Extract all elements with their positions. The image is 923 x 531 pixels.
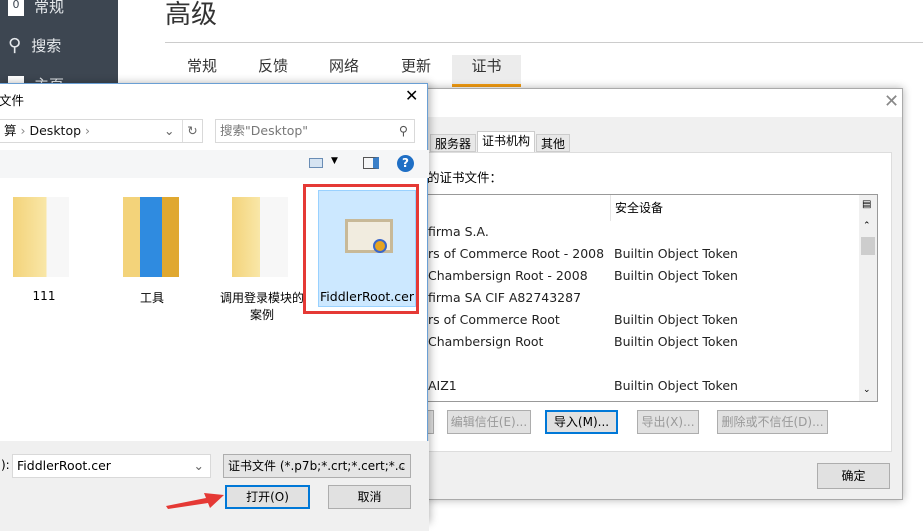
file-type-select[interactable]: 证书文件 (*.p7b;*.crt;*.cert;*.c ⌄ — [223, 454, 411, 478]
search-icon: ⚲ — [398, 123, 408, 138]
divider — [165, 42, 923, 43]
tab-authorities[interactable]: 证书机构 — [477, 131, 536, 152]
cert-name-cell[interactable]: Chambersign Root — [428, 331, 543, 353]
annotation-arrow — [166, 493, 224, 509]
cert-device-cell[interactable]: Builtin Object Token — [614, 309, 738, 331]
folder-icon[interactable] — [13, 197, 69, 277]
help-icon[interactable]: ? — [397, 155, 414, 172]
search-input[interactable]: 搜索"Desktop" ⚲ — [215, 119, 415, 143]
tab-panel: 的证书文件： 安全设备 ▤ ⌃ ⌄ firma S.A. rs of Commer… — [426, 152, 892, 452]
sidebar-item-search[interactable]: ⚲ 搜索 — [8, 35, 61, 56]
title-bar: ✕ — [426, 89, 902, 117]
close-icon[interactable]: ✕ — [884, 91, 899, 112]
tab-servers[interactable]: 服务器 — [430, 134, 477, 152]
certificate-manager-dialog: ✕ 服务器 证书机构 其他 的证书文件： 安全设备 ▤ ⌃ ⌄ firma S.… — [425, 88, 903, 500]
tab-certificates[interactable]: 证书 — [452, 55, 521, 87]
open-button[interactable]: 打开(O) — [225, 485, 310, 509]
general-icon: 0 — [8, 0, 24, 16]
cancel-button[interactable]: 取消 — [328, 485, 411, 509]
refresh-icon[interactable]: ↻ — [182, 120, 202, 142]
filename-label: ): — [1, 458, 10, 472]
close-icon[interactable]: ✕ — [405, 86, 418, 105]
search-icon: ⚲ — [8, 35, 22, 56]
tab-others[interactable]: 其他 — [536, 134, 571, 152]
cert-name-cell[interactable]: rs of Commerce Root - 2008 — [428, 243, 604, 265]
cert-device-cell[interactable]: Builtin Object Token — [614, 331, 738, 353]
chevron-down-icon[interactable]: ⌄ — [164, 120, 174, 142]
highlight-box — [303, 184, 419, 314]
sidebar-item-general[interactable]: 0 常规 — [8, 0, 64, 17]
edit-trust-button[interactable]: 编辑信任(E)... — [447, 410, 531, 434]
filename-input[interactable]: FiddlerRoot.cer ⌄ — [12, 454, 211, 478]
cert-device-cell[interactable]: Builtin Object Token — [614, 265, 738, 287]
dropdown-icon[interactable]: ▼ — [331, 156, 338, 166]
import-button[interactable]: 导入(M)... — [545, 410, 618, 434]
view-icon[interactable] — [309, 158, 323, 168]
panel-label: 的证书文件： — [427, 170, 503, 185]
dialog-title: 文件 — [0, 93, 25, 108]
scrollbar[interactable]: ▤ ⌃ ⌄ — [859, 195, 877, 401]
ok-button[interactable]: 确定 — [817, 463, 890, 489]
cert-name-cell[interactable]: firma SA CIF A82743287 — [428, 287, 581, 309]
column-picker-icon[interactable]: ▤ — [862, 199, 871, 210]
toolbar: ▼ ? — [0, 150, 429, 178]
column-header-security[interactable]: 安全设备 — [610, 195, 663, 221]
folder-icon[interactable] — [123, 197, 179, 277]
preview-pane-icon[interactable] — [363, 157, 379, 169]
page-title: 高级 — [165, 0, 218, 30]
breadcrumb-desktop[interactable]: Desktop — [29, 123, 81, 138]
sidebar: 0常规 ⚲搜索 主页 — [0, 0, 118, 94]
address-bar[interactable]: 算 › Desktop › ⌄ ↻ — [0, 119, 203, 143]
cert-name-cell[interactable]: rs of Commerce Root — [428, 309, 560, 331]
cert-device-cell[interactable]: Builtin Object Token — [614, 375, 738, 397]
cert-device-cell[interactable]: Builtin Object Token — [614, 243, 738, 265]
footer: ): FiddlerRoot.cer ⌄ 证书文件 (*.p7b;*.crt;*.… — [0, 441, 429, 531]
scroll-down-icon[interactable]: ⌄ — [863, 385, 871, 395]
scrollbar-thumb[interactable] — [861, 237, 875, 255]
cert-name-cell[interactable]: Chambersign Root - 2008 — [428, 265, 588, 287]
certificate-list[interactable]: 安全设备 ▤ ⌃ ⌄ firma S.A. rs of Commerce Root… — [427, 194, 878, 402]
open-file-dialog: 文件 ✕ 算 › Desktop › ⌄ ↻ 搜索"Desktop" ⚲ ▼ ? … — [0, 83, 429, 531]
export-button[interactable]: 导出(X)... — [637, 410, 699, 434]
file-item-tools[interactable]: 工具 — [107, 289, 197, 306]
delete-distrust-button[interactable]: 删除或不信任(D)... — [717, 410, 828, 434]
file-item-login-demo[interactable]: 调用登录模块的案例 — [217, 289, 307, 323]
scroll-up-icon[interactable]: ⌃ — [863, 221, 871, 231]
cert-name-cell[interactable]: firma S.A. — [428, 221, 489, 243]
file-item-111[interactable]: 111 — [0, 289, 89, 303]
folder-icon[interactable] — [232, 197, 288, 277]
cert-name-cell[interactable]: AIZ1 — [428, 375, 457, 397]
